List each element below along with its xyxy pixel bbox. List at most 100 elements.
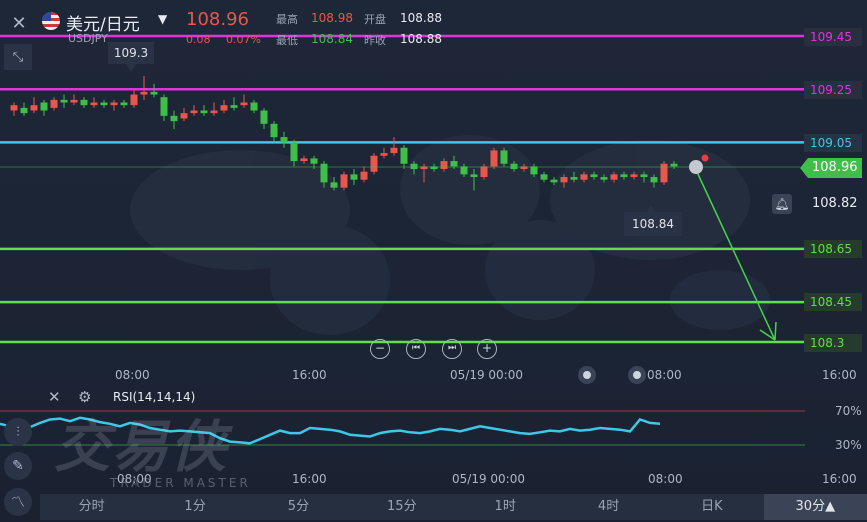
- candle: [340, 171, 348, 191]
- candle: [210, 102, 218, 116]
- candle: [350, 169, 358, 186]
- timeframe-4h[interactable]: 4时: [557, 494, 660, 520]
- trading-app: ✕ ⤡ 美元/日元 ▼ USDJPY 108.96 0.08 0.07% 最高 …: [0, 0, 867, 522]
- rsi-lower-label: 30%: [835, 438, 862, 452]
- caret-down-icon[interactable]: ▼: [158, 12, 167, 26]
- rsi-time-label: 16:00: [822, 472, 857, 486]
- brand-watermark: 交易侠: [54, 415, 228, 480]
- timeframe-1m[interactable]: 1分: [143, 494, 246, 520]
- candle: [50, 97, 58, 111]
- time-label: 16:00: [292, 368, 327, 382]
- collapse-icon[interactable]: ⤡: [4, 44, 32, 70]
- candle: [160, 94, 168, 122]
- candle: [380, 147, 388, 159]
- open-value: 108.88: [400, 11, 442, 25]
- rsi-time-label: 16:00: [292, 472, 327, 486]
- candle: [400, 145, 408, 170]
- current-price-tag: 108.96: [800, 158, 862, 178]
- low-callout: 108.84: [624, 212, 682, 236]
- rsi-time-label: 08:00: [117, 472, 152, 486]
- candle: [200, 105, 208, 116]
- candle: [130, 89, 138, 108]
- candle: [100, 99, 108, 108]
- candle: [150, 83, 158, 98]
- zoom-out-button[interactable]: −: [370, 339, 390, 359]
- low-label: 最低: [276, 34, 298, 47]
- time-label: 08:00: [115, 368, 150, 382]
- candle: [270, 121, 278, 143]
- us-flag-icon: [42, 12, 60, 30]
- rsi-time-label: 05/19 00:00: [452, 472, 525, 486]
- pair-code: USDJPY: [68, 32, 108, 45]
- rsi-upper-label: 70%: [835, 404, 862, 418]
- candle: [60, 94, 68, 108]
- price-change-pct: 0.07%: [226, 33, 261, 46]
- price-change: 0.08: [186, 33, 211, 46]
- scroll-dot[interactable]: [578, 366, 596, 384]
- candle: [360, 166, 368, 183]
- candle: [500, 147, 508, 167]
- timeframe-15m[interactable]: 15分: [350, 494, 453, 520]
- candle: [20, 102, 28, 116]
- timeframe-30m-selected[interactable]: 30分▲: [763, 494, 867, 520]
- timeframe-bar: 分时 1分 5分 15分 1时 4时 日K 30分▲: [40, 494, 867, 520]
- high-callout-pointer: [126, 64, 136, 72]
- candle: [280, 131, 288, 148]
- candle: [40, 99, 48, 116]
- level-label-108-65: 108.65: [804, 240, 862, 258]
- alert-dot: [701, 154, 709, 162]
- candle: [90, 97, 98, 108]
- info-marker[interactable]: [689, 160, 703, 174]
- timeframe-daily[interactable]: 日K: [660, 494, 763, 520]
- close-icon[interactable]: ✕: [4, 8, 34, 38]
- open-label: 开盘: [364, 13, 386, 26]
- level-label-108-45: 108.45: [804, 293, 862, 311]
- timeframe-tick[interactable]: 分时: [40, 494, 143, 520]
- current-price-tag-text: 108.96: [812, 160, 858, 175]
- candle: [370, 153, 378, 175]
- candle: [190, 105, 198, 116]
- scroll-end-button[interactable]: ⏭: [442, 339, 462, 359]
- candle: [120, 99, 128, 108]
- candle: [80, 97, 88, 108]
- zoom-in-button[interactable]: +: [477, 339, 497, 359]
- candle: [110, 99, 118, 111]
- candle: [240, 94, 248, 108]
- scroll-start-button[interactable]: ⏮: [406, 339, 426, 359]
- candle: [490, 147, 498, 170]
- candle: [390, 137, 398, 156]
- time-label: 05/19 00:00: [450, 368, 523, 382]
- level-label-108-3: 108.3: [804, 334, 862, 352]
- bell-price: 108.82: [812, 196, 858, 211]
- candle: [140, 75, 148, 100]
- high-callout: 109.3: [108, 42, 154, 64]
- indicator-icon[interactable]: ⫶: [4, 418, 32, 446]
- scroll-dot[interactable]: [628, 366, 646, 384]
- candle: [230, 97, 238, 111]
- level-label-109-25: 109.25: [804, 81, 862, 99]
- indicator-icon[interactable]: 〽: [4, 488, 32, 516]
- timeframe-1h[interactable]: 1时: [454, 494, 557, 520]
- candle: [30, 97, 38, 114]
- prev-close-value: 108.88: [400, 32, 442, 46]
- bell-icon[interactable]: 🔔︎: [772, 194, 792, 214]
- high-label: 最高: [276, 13, 298, 26]
- candle: [540, 171, 548, 183]
- candle: [170, 110, 178, 130]
- timeframe-5m[interactable]: 5分: [247, 494, 350, 520]
- candle: [220, 99, 228, 114]
- candle: [660, 161, 668, 186]
- level-label-109-05: 109.05: [804, 134, 862, 152]
- candle: [180, 107, 188, 122]
- current-price: 108.96: [186, 9, 249, 30]
- prev-close-label: 昨收: [364, 34, 386, 47]
- candle: [250, 99, 258, 114]
- rsi-time-label: 08:00: [648, 472, 683, 486]
- high-value: 108.98: [311, 11, 353, 25]
- pencil-icon[interactable]: ✎: [4, 452, 32, 480]
- time-label: 16:00: [822, 368, 857, 382]
- low-value: 108.84: [311, 32, 353, 46]
- time-label: 08:00: [647, 368, 682, 382]
- level-label-109-45: 109.45: [804, 28, 862, 46]
- candle: [260, 107, 268, 130]
